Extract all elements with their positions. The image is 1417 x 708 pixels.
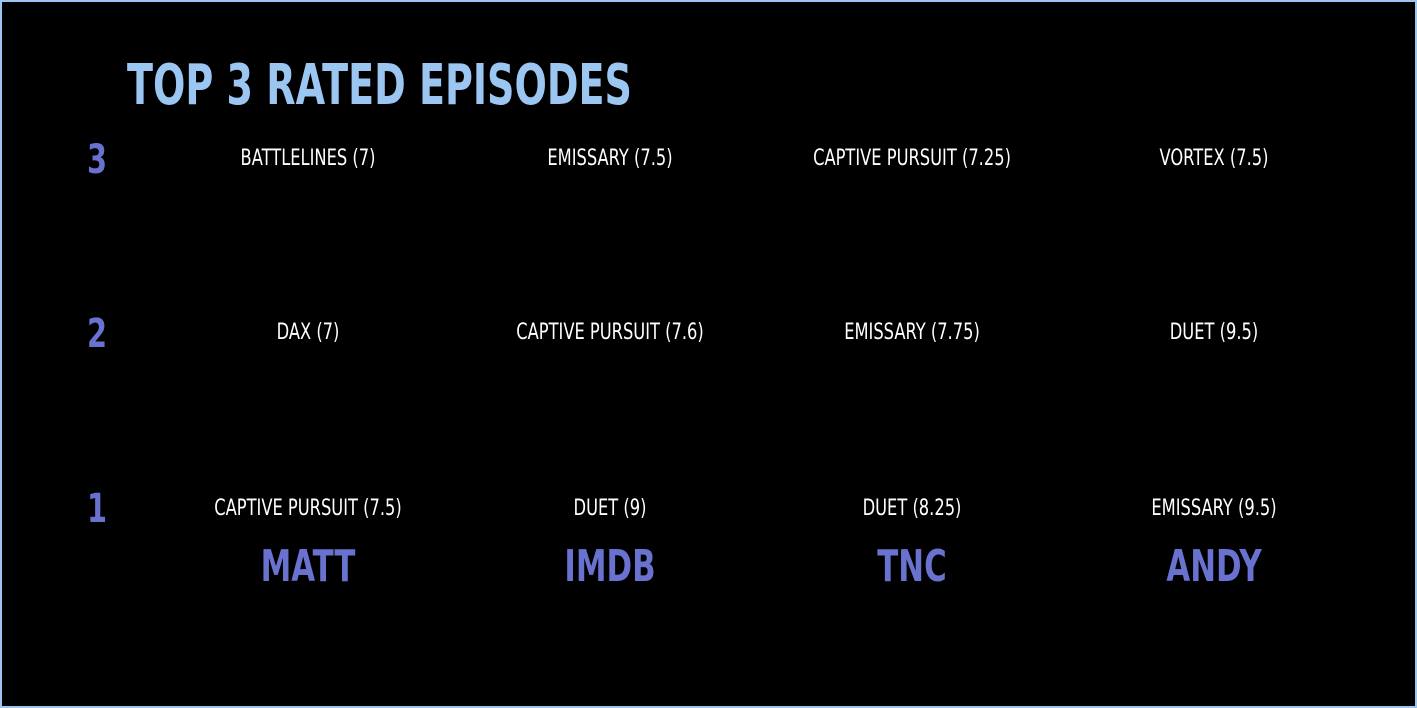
imdb-rater-name: IMDB xyxy=(564,541,656,592)
andy-rank-2-episode: DUET (9.5) xyxy=(1169,320,1259,345)
rank-label-2: 2 xyxy=(86,311,108,357)
rank-label-3: 3 xyxy=(86,137,108,183)
tnc-rank-2-episode: EMISSARY (7.75) xyxy=(844,320,980,345)
rank-label-1: 1 xyxy=(86,486,108,532)
slide-title: TOP 3 RATED EPISODES xyxy=(127,53,632,118)
imdb-rank-3-episode: EMISSARY (7.5) xyxy=(547,146,673,171)
matt-rank-2-episode: DAX (7) xyxy=(276,320,340,345)
slide-frame: TOP 3 RATED EPISODES 3 2 1 BATTLELINES (… xyxy=(0,0,1417,708)
matt-rank-1-episode: CAPTIVE PURSUIT (7.5) xyxy=(214,496,402,521)
matt-rater-name: MATT xyxy=(260,541,356,592)
andy-rank-1-episode: EMISSARY (9.5) xyxy=(1151,496,1277,521)
tnc-rank-3-episode: CAPTIVE PURSUIT (7.25) xyxy=(813,146,1011,171)
andy-rank-3-episode: VORTEX (7.5) xyxy=(1159,146,1269,171)
tnc-rater-name: TNC xyxy=(877,541,947,592)
tnc-rank-1-episode: DUET (8.25) xyxy=(862,496,962,521)
imdb-rank-2-episode: CAPTIVE PURSUIT (7.6) xyxy=(516,320,704,345)
andy-rater-name: ANDY xyxy=(1166,541,1262,592)
imdb-rank-1-episode: DUET (9) xyxy=(573,496,647,521)
matt-rank-3-episode: BATTLELINES (7) xyxy=(240,146,376,171)
